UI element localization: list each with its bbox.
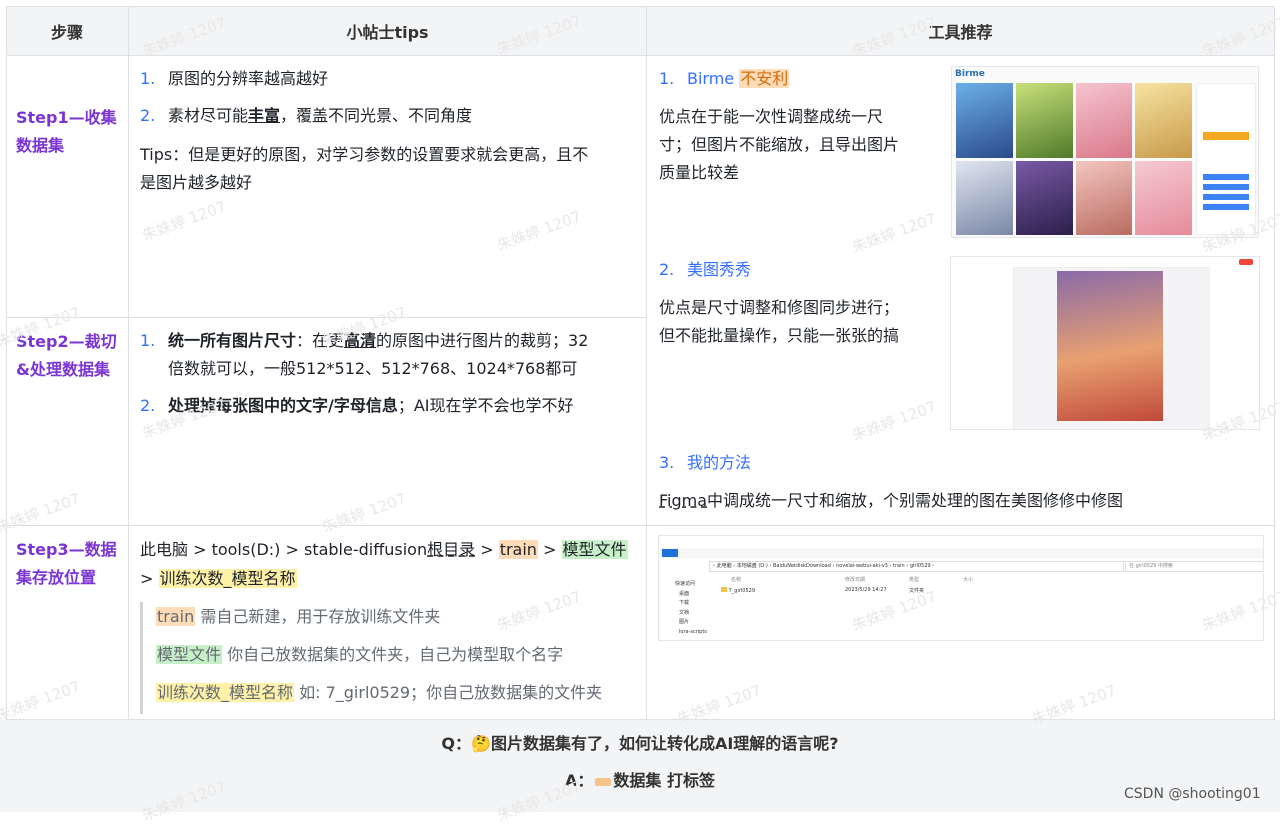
table-border-left [6, 6, 7, 720]
meitu-screenshot [950, 256, 1260, 430]
path-line1: 此电脑 > tools(D:) > stable-diffusion根目录 > … [140, 540, 628, 559]
tool2-desc-1: 优点是尺寸调整和修图同步进行； [659, 298, 900, 317]
nav-item[interactable]: 下载 [675, 599, 707, 609]
thumbnail-image [956, 83, 1013, 158]
tip2-row2: 2. 处理掉每张图中的文字/字母信息；AI现在学不会也学不好 [140, 392, 574, 420]
folder-row[interactable]: 7_girl0529 [721, 587, 755, 594]
table-border-right [1274, 6, 1275, 720]
tool2-title: 2. 美图秀秀 [659, 260, 752, 279]
quote-line2: 模型文件 你自己放数据集的文件夹，自己为模型取个名字 [156, 645, 564, 664]
step3-label: Step3—数据集存放位置 [16, 540, 117, 587]
csdn-credit: CSDN @shooting01 [1124, 786, 1261, 802]
nav-item[interactable]: 图片 [675, 618, 707, 628]
birme-logo: Birme [955, 69, 985, 79]
search-box[interactable]: 在 girl0529 中搜索 [1125, 561, 1263, 572]
tip1-row1: 1. 原图的分辨率越高越好 [140, 65, 328, 93]
tip1-row2-line2: 倍数就可以，一般512*512、512*768、1024*768都可 [168, 359, 578, 378]
birme-sidebar [1196, 83, 1256, 235]
watermark: 朱姝婷 1207 [319, 489, 409, 537]
watermark: 朱姝婷 1207 [494, 207, 584, 255]
quote-line1: train 需自己新建，用于存放训练文件夹 [156, 607, 441, 626]
address-bar[interactable]: › 此电脑 › 本地磁盘 (D:) › BaiduNetdiskDownload… [709, 561, 1124, 572]
list-number: 2. [140, 396, 156, 415]
tag-icon [595, 777, 612, 786]
path-line2: > 训练次数_模型名称 [140, 569, 297, 588]
header-step: 步骤 [6, 7, 128, 56]
thumbnail-image [1075, 83, 1133, 158]
list-number: 1. [140, 331, 156, 350]
thumbnail-image [1015, 160, 1073, 235]
tool3-desc: Figma中调成统一尺寸和缩放，个别需处理的图在美图修修中修图 [659, 491, 1124, 510]
tool1-desc-1: 优点在于能一次性调整成统一尺 [659, 107, 884, 126]
thumbnail-image [956, 160, 1013, 235]
tip2-row1: 2. 素材尽可能丰富，覆盖不同光景、不同角度 [140, 102, 472, 130]
list-number: 2. [140, 106, 156, 125]
row-divider-2 [6, 525, 1274, 526]
nav-item[interactable]: 桌面 [675, 590, 707, 600]
watermark: 朱姝婷 1207 [0, 489, 83, 537]
quote-bar [140, 602, 143, 714]
answer-text: A： 数据集 打标签 [565, 771, 715, 790]
tip3-row1-line1: Tips：但是更好的原图，对学习参数的设置要求就会更高，且不 [140, 145, 589, 164]
col-divider-1 [128, 6, 129, 720]
edited-image [1057, 271, 1163, 421]
watermark: 朱姝婷 1207 [849, 209, 939, 257]
nav-item[interactable]: 文档 [675, 609, 707, 619]
watermark: 朱姝婷 1207 [139, 197, 229, 245]
header-tools: 工具推荐 [647, 7, 1274, 56]
question-text: Q：🤔图片数据集有了，如何让转化成AI理解的语言呢? [441, 734, 839, 753]
row-divider-1 [6, 317, 646, 318]
header-tips: 小帖士tips [129, 7, 646, 56]
tool1-title: 1. Birme 不安利 [659, 69, 790, 88]
explorer-screenshot: › 此电脑 › 本地磁盘 (D:) › BaiduNetdiskDownload… [658, 535, 1264, 641]
thumbnail-image [1135, 160, 1192, 235]
nav-item[interactable]: lora-scripts [675, 628, 707, 638]
watermark: 朱姝婷 1207 [494, 587, 584, 635]
tool2-desc-2: 但不能批量操作，只能一张张的搞 [659, 326, 900, 345]
thumbnail-image [1135, 83, 1192, 158]
table-border-top [6, 6, 1274, 7]
ribbon-file-tab[interactable] [662, 549, 678, 557]
nav-item[interactable]: 快速访问 [675, 580, 707, 590]
thumbnail-image [1075, 160, 1133, 235]
tip1-row2: 1. 统一所有图片尺寸：在更高清的原图中进行图片的裁剪；32 [140, 327, 588, 355]
tool1-desc-2: 寸；但图片不能缩放，且导出图片 [659, 135, 900, 154]
list-number: 1. [140, 69, 156, 88]
watermark: 朱姝婷 1207 [0, 677, 83, 725]
tool1-desc-3: 质量比较差 [659, 163, 740, 182]
tip3-row1-line2: 是图片越多越好 [140, 173, 253, 192]
thumbnail-image [1015, 83, 1073, 158]
birme-screenshot: Birme [951, 66, 1259, 238]
quote-line3: 训练次数_模型名称 如: 7_girl0529；你自己放数据集的文件夹 [156, 683, 603, 702]
col-divider-2 [646, 6, 647, 720]
tool3-title: 3. 我的方法 [659, 453, 752, 472]
watermark: 朱姝婷 1207 [849, 397, 939, 445]
step2-label: Step2—裁切&处理数据集 [16, 332, 117, 379]
step1-label: Step1—收集数据集 [16, 108, 117, 155]
